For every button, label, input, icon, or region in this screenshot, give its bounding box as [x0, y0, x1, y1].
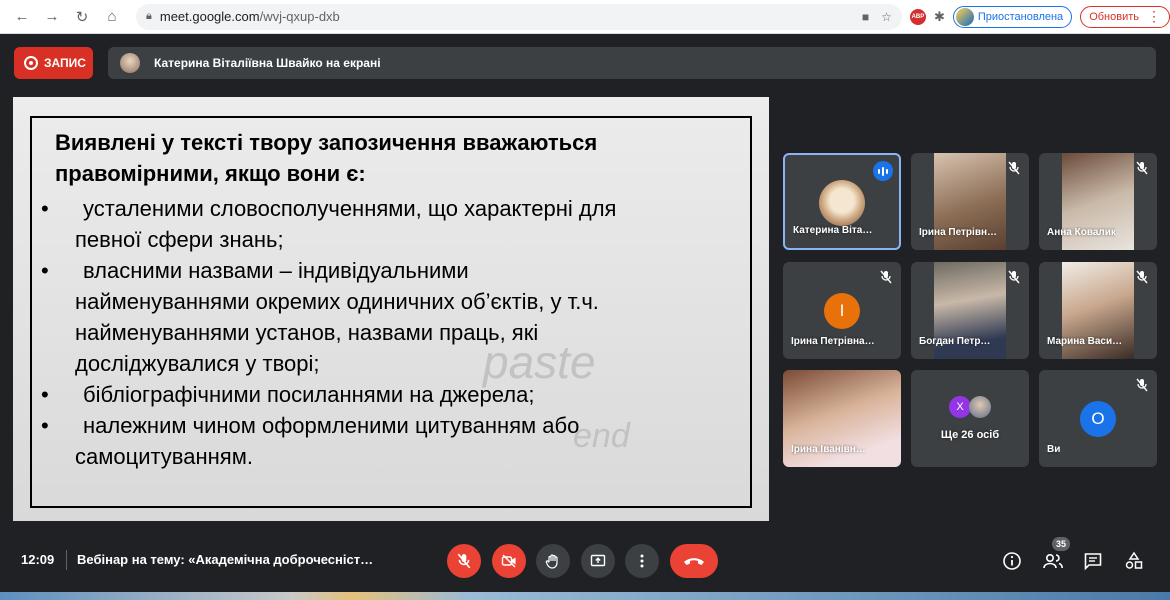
- forward-icon[interactable]: →: [44, 8, 60, 25]
- present-icon: [590, 554, 606, 567]
- speaking-indicator-icon: [873, 161, 893, 181]
- browser-nav: ← → ↻ ⌂: [14, 8, 120, 26]
- list-item: • власними назвами – індивідуальними най…: [41, 258, 599, 376]
- url-text: meet.google.com/wvj-qxup-dxb: [159, 9, 340, 24]
- chat-icon: [1084, 553, 1102, 571]
- reload-icon[interactable]: ↻: [74, 8, 90, 26]
- profile-avatar: [955, 7, 974, 26]
- self-initial-avatar: О: [1080, 401, 1116, 437]
- camera-off-icon: [501, 554, 516, 568]
- lock-icon: 🔒︎: [146, 10, 152, 22]
- mic-off-icon: [1136, 378, 1148, 392]
- mic-off-icon: [1136, 161, 1148, 175]
- participant-tile[interactable]: Катерина Віта…: [783, 153, 901, 250]
- shared-screen: paste end Виявлені у тексті твору запози…: [13, 97, 769, 521]
- slide-heading: Виявлені у тексті твору запозичення вваж…: [55, 130, 598, 186]
- slide-list: • усталеними словосполученнями, що харак…: [41, 193, 761, 472]
- home-icon[interactable]: ⌂: [104, 8, 120, 25]
- presenting-banner: Катерина Віталіївна Швайко на екрані: [108, 47, 1156, 79]
- list-item: • бібліографічними посиланнями на джерел…: [41, 382, 535, 407]
- people-count-badge: 35: [1052, 537, 1070, 551]
- participant-tile[interactable]: І Ірина Петрівна…: [783, 262, 901, 359]
- more-participants-tile[interactable]: Х Ще 26 осіб: [911, 370, 1029, 467]
- extensions-area: ABP ✱ Приостановлена Обновить ⋮: [909, 5, 1170, 28]
- hand-icon: [545, 554, 558, 569]
- back-icon[interactable]: ←: [14, 8, 30, 25]
- meeting-details-button[interactable]: [999, 548, 1025, 574]
- activities-button[interactable]: [1121, 548, 1147, 574]
- list-item: • належним чином оформленими цитуванням …: [41, 413, 580, 469]
- participant-tile[interactable]: Богдан Петр…: [911, 262, 1029, 359]
- participant-avatar: [969, 396, 991, 418]
- participant-tile[interactable]: Анна Ковалик: [1039, 153, 1157, 250]
- chat-button[interactable]: [1080, 548, 1106, 574]
- activities-icon: [1125, 551, 1143, 569]
- list-item: • усталеними словосполученнями, що харак…: [41, 196, 617, 252]
- people-icon: [1043, 553, 1063, 569]
- participant-tile[interactable]: Ірина Іванівн…: [783, 370, 901, 467]
- clock: 12:09: [21, 552, 55, 567]
- mic-off-icon: [1008, 270, 1020, 284]
- meeting-title[interactable]: Вебінар на тему: «Академічна доброчесніс…: [77, 552, 397, 567]
- people-button[interactable]: [1040, 548, 1066, 574]
- slide-content: Виявлені у тексті твору запозичення вваж…: [41, 127, 761, 472]
- mic-off-icon: [1008, 161, 1020, 175]
- leave-call-button[interactable]: [670, 544, 718, 578]
- address-bar[interactable]: 🔒︎ meet.google.com/wvj-qxup-dxb ■ ☆: [136, 3, 902, 30]
- present-screen-button[interactable]: [581, 544, 615, 578]
- camera-icon[interactable]: ■: [862, 10, 869, 24]
- presenting-text: Катерина Віталіївна Швайко на екрані: [154, 56, 381, 70]
- bookmark-star-icon[interactable]: ☆: [881, 10, 892, 24]
- hang-up-icon: [684, 558, 704, 565]
- update-button[interactable]: Обновить ⋮: [1080, 5, 1170, 28]
- more-options-button[interactable]: [625, 544, 659, 578]
- camera-toggle-button[interactable]: [492, 544, 526, 578]
- participant-initial-avatar: Х: [949, 396, 971, 418]
- self-tile[interactable]: О Ви: [1039, 370, 1157, 467]
- raise-hand-button[interactable]: [536, 544, 570, 578]
- presenter-avatar: [120, 53, 140, 73]
- mic-off-icon: [1136, 270, 1148, 284]
- extensions-puzzle-icon[interactable]: ✱: [934, 9, 945, 25]
- recording-badge[interactable]: ЗАПИС: [14, 47, 93, 79]
- participant-tile[interactable]: Ірина Петрівн…: [911, 153, 1029, 250]
- divider: [66, 550, 67, 570]
- info-icon: [1003, 552, 1021, 570]
- mic-toggle-button[interactable]: [447, 544, 481, 578]
- more-vert-icon: [640, 554, 644, 568]
- participant-initial-avatar: І: [824, 293, 860, 329]
- os-taskbar: [0, 592, 1170, 600]
- record-icon: [24, 56, 38, 70]
- more-vert-icon: ⋮: [1147, 8, 1161, 24]
- profile-button[interactable]: Приостановлена: [952, 5, 1073, 28]
- mic-off-icon: [880, 270, 892, 284]
- participant-tile[interactable]: Марина Васи…: [1039, 262, 1157, 359]
- browser-toolbar: ← → ↻ ⌂ 🔒︎ meet.google.com/wvj-qxup-dxb …: [0, 0, 1170, 34]
- adblock-icon[interactable]: ABP: [909, 8, 926, 25]
- mic-off-icon: [457, 553, 471, 569]
- participant-avatar: [819, 180, 865, 226]
